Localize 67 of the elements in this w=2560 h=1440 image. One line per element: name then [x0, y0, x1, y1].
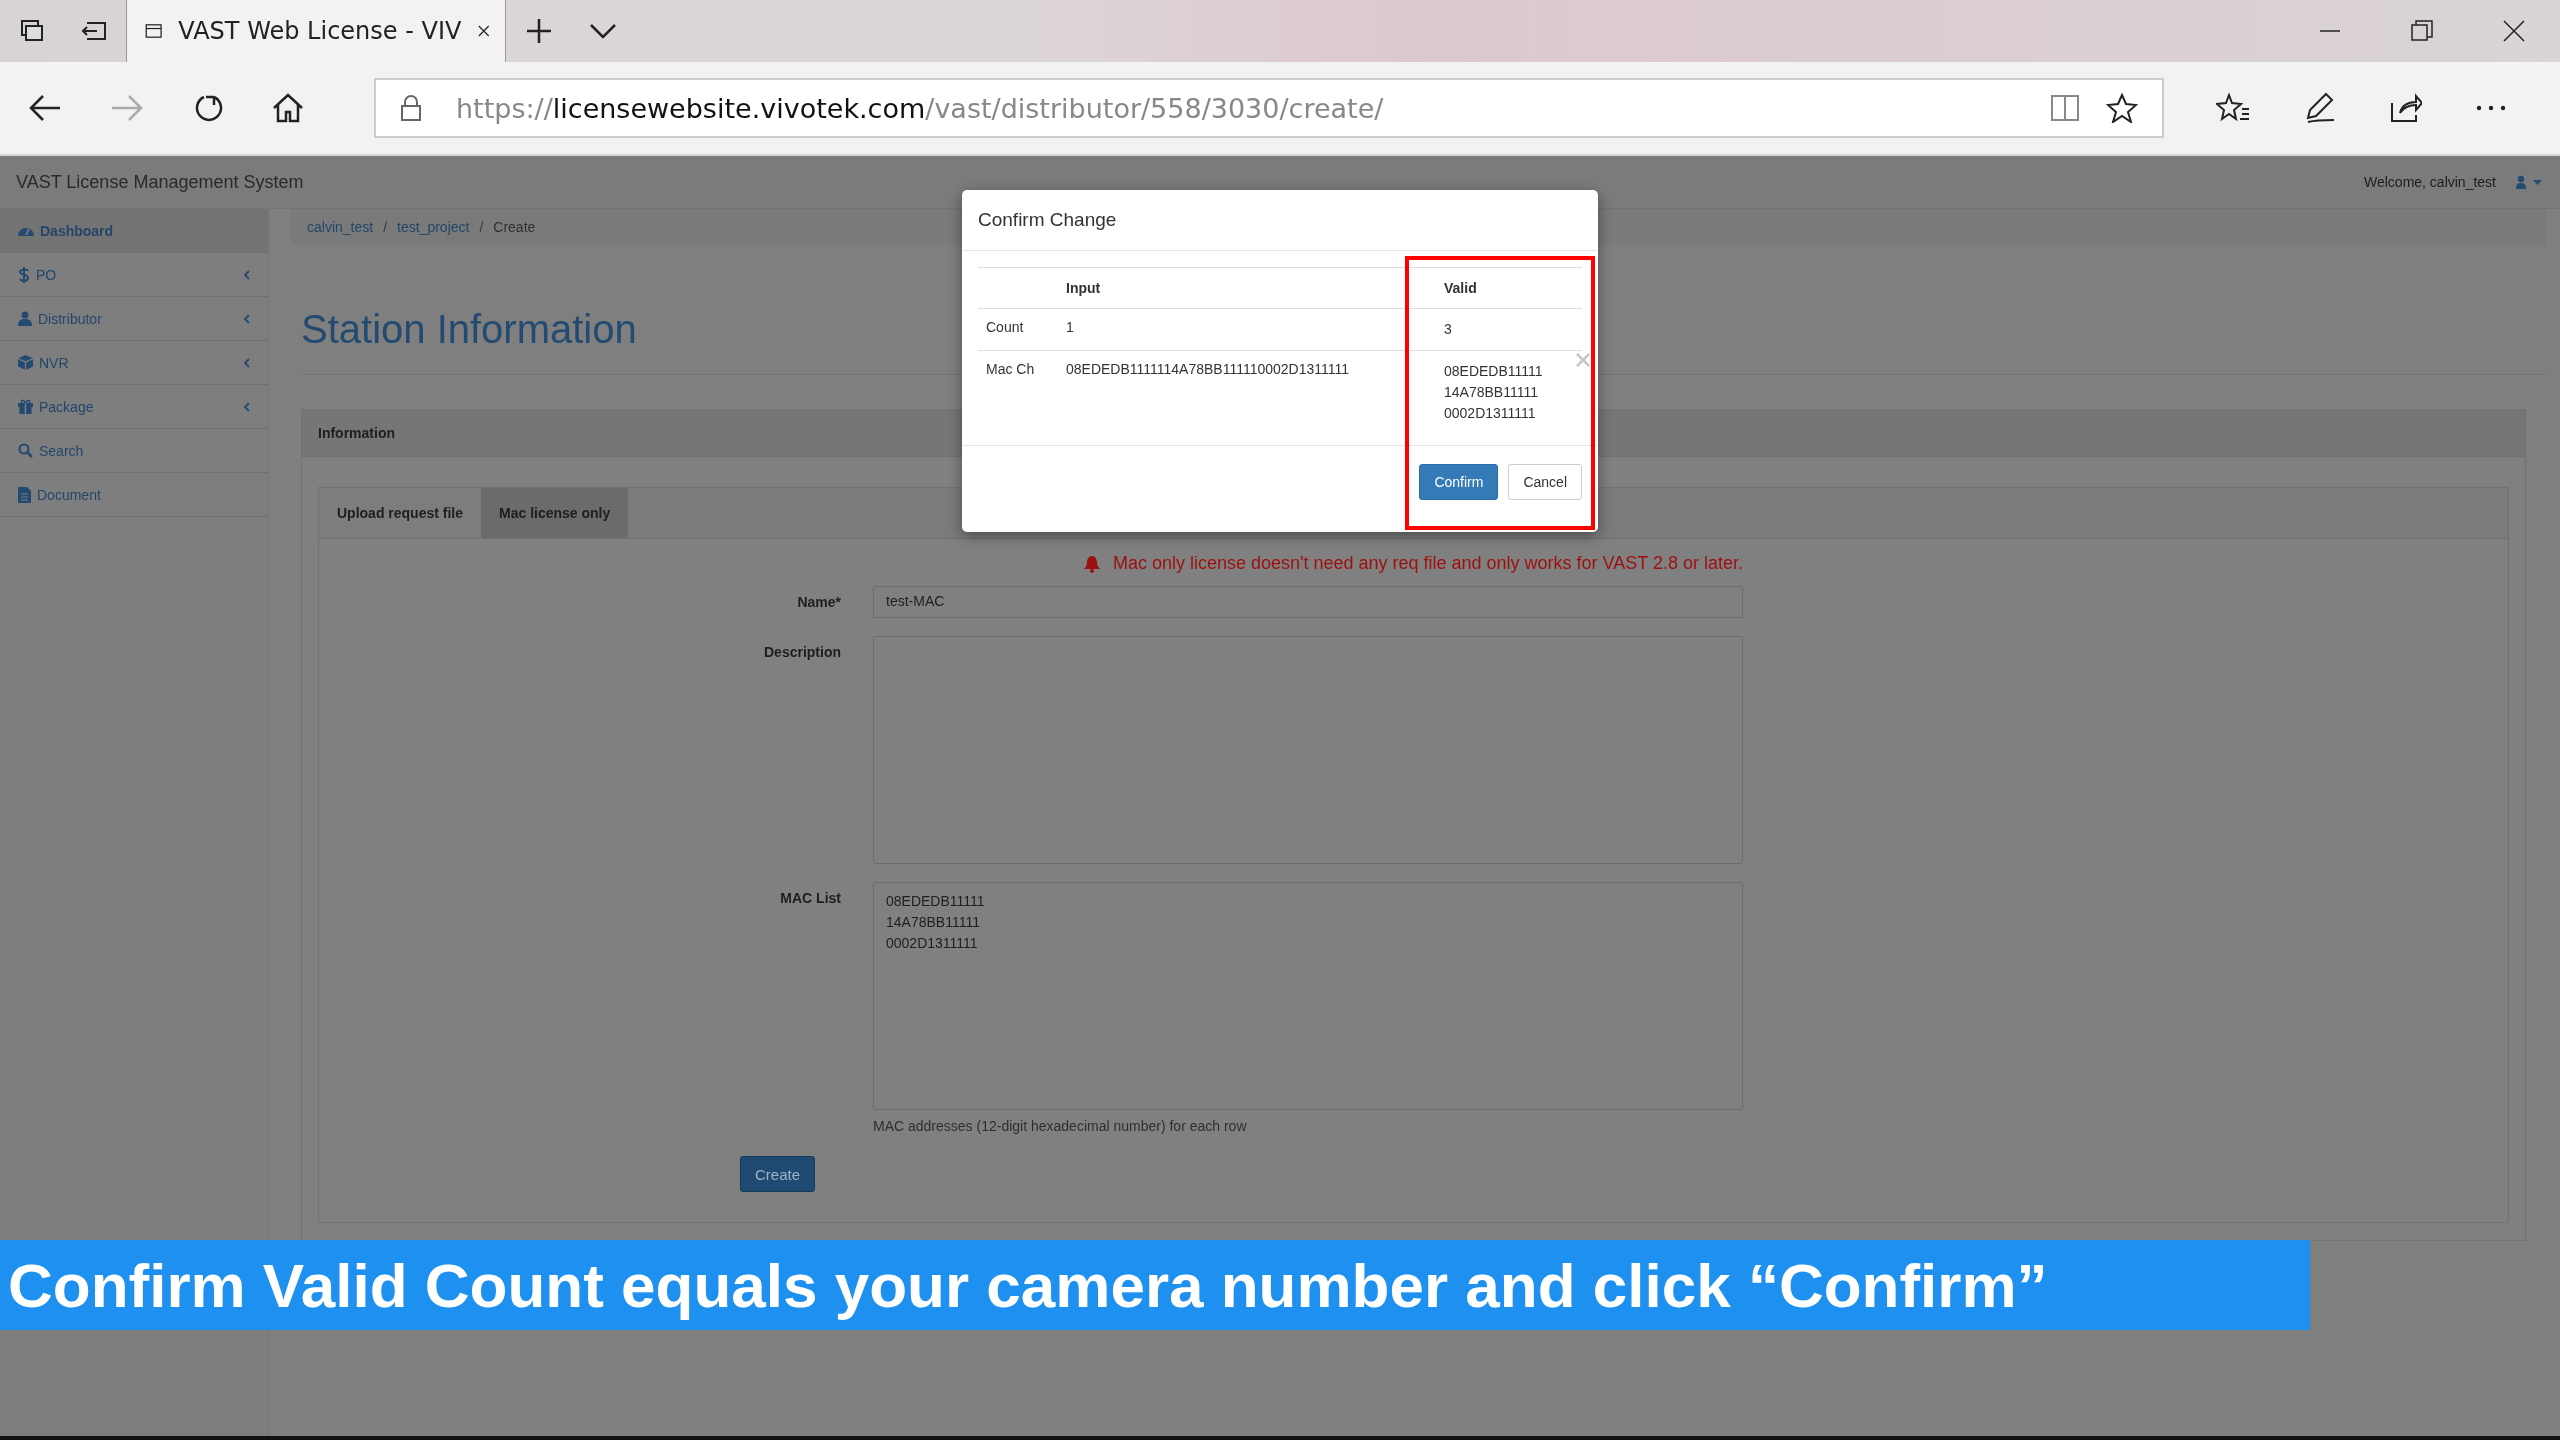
dollar-icon [18, 266, 30, 283]
favorites-icon[interactable] [2216, 93, 2250, 123]
row-label: Mac Ch [986, 361, 1035, 377]
lock-icon [400, 94, 422, 122]
breadcrumb-separator: / [479, 219, 484, 235]
field-label: MAC List [780, 890, 841, 906]
breadcrumb-link[interactable]: test_project [397, 219, 470, 235]
chevron-left-icon [243, 313, 250, 324]
tab-title: VAST Web License - VIV [178, 17, 462, 45]
tab-list-icon[interactable] [19, 18, 45, 44]
create-button[interactable]: Create [740, 1156, 816, 1192]
home-icon[interactable] [272, 93, 304, 123]
dialog-title: Confirm Change [978, 209, 1117, 231]
help-text: MAC addresses (12-digit hexadecimal number) for each row [873, 1118, 1248, 1134]
breadcrumb-separator: / [383, 219, 388, 235]
address-bar[interactable]: https://licensewebsite.vivotek.com/vast/distributor/558/3030/create/ [374, 78, 2164, 138]
sidebar-item[interactable]: PO [0, 253, 268, 297]
panel-title: Information [318, 425, 395, 441]
sidebar-item[interactable]: Document [0, 473, 268, 517]
caption-text: Confirm Valid Count equals your camera number and click “Confirm” [8, 1249, 2048, 1321]
cancel-button[interactable]: Cancel [1508, 464, 1582, 500]
share-icon[interactable] [2390, 93, 2422, 123]
chevron-left-icon [243, 269, 250, 280]
star-icon[interactable] [2106, 93, 2138, 123]
row-label: Count [986, 319, 1024, 335]
chevron-down-icon[interactable] [589, 23, 617, 39]
field-label: Description [764, 644, 841, 660]
column-header: Input [1066, 280, 1101, 296]
chevron-left-icon [243, 401, 250, 412]
welcome-text: Welcome, calvin_test [2364, 174, 2496, 190]
column-header: Valid [1444, 280, 1477, 296]
document-icon [18, 486, 31, 503]
table-cell-text: 3 [1444, 320, 1452, 339]
sidebar-item[interactable]: NVR [0, 341, 268, 385]
url-text: https://licensewebsite.vivotek.com/vast/distributor/558/3030/create/ [456, 92, 1384, 124]
cube-icon [18, 355, 33, 370]
more-icon[interactable] [2476, 105, 2506, 111]
person-icon [18, 311, 32, 326]
sidebar-item[interactable]: Search [0, 429, 268, 473]
table-cell: 1 [1066, 319, 1074, 335]
chevron-left-icon [243, 357, 250, 368]
field-label: Name* [797, 594, 841, 610]
name-field[interactable]: test-MAC [873, 586, 1743, 618]
tab[interactable]: Mac license only [481, 488, 629, 538]
gift-icon [18, 399, 33, 414]
book-icon[interactable] [2050, 94, 2080, 122]
new-tab-icon[interactable] [525, 17, 553, 45]
sidebar-item[interactable]: Package [0, 385, 268, 429]
breadcrumb-link[interactable]: calvin_test [307, 219, 374, 235]
mac-list-field[interactable]: 08EDEDB11111 14A78BB11111 0002D1311111 [873, 882, 1743, 1110]
bell-icon [1082, 554, 1101, 573]
back-arrow-icon[interactable] [28, 94, 62, 122]
table-cell: 08EDEDB1111114A78BB111110002D1311111 [1066, 361, 1350, 377]
sidebar-item[interactable]: Distributor [0, 297, 268, 341]
confirm-button[interactable]: Confirm [1419, 464, 1499, 500]
restore-icon[interactable] [2411, 20, 2433, 42]
browser-tab[interactable]: VAST Web License - VIV [126, 0, 506, 62]
page-title: Station Information [301, 307, 637, 351]
table-cell-text: 08EDEDB11111 14A78BB11111 0002D1311111 [1444, 362, 1543, 423]
close-icon[interactable] [2503, 20, 2525, 42]
set-tabs-aside-icon[interactable] [81, 19, 109, 43]
breadcrumb-current: Create [493, 219, 536, 235]
notice-text: Mac only license doesn't need any req file and only works for VAST 2.8 or later. [1112, 553, 1743, 574]
pen-icon[interactable] [2304, 92, 2336, 124]
sidebar-item[interactable]: Dashboard [0, 209, 268, 253]
search-icon [18, 443, 33, 458]
app-title: VAST License Management System [16, 171, 304, 193]
